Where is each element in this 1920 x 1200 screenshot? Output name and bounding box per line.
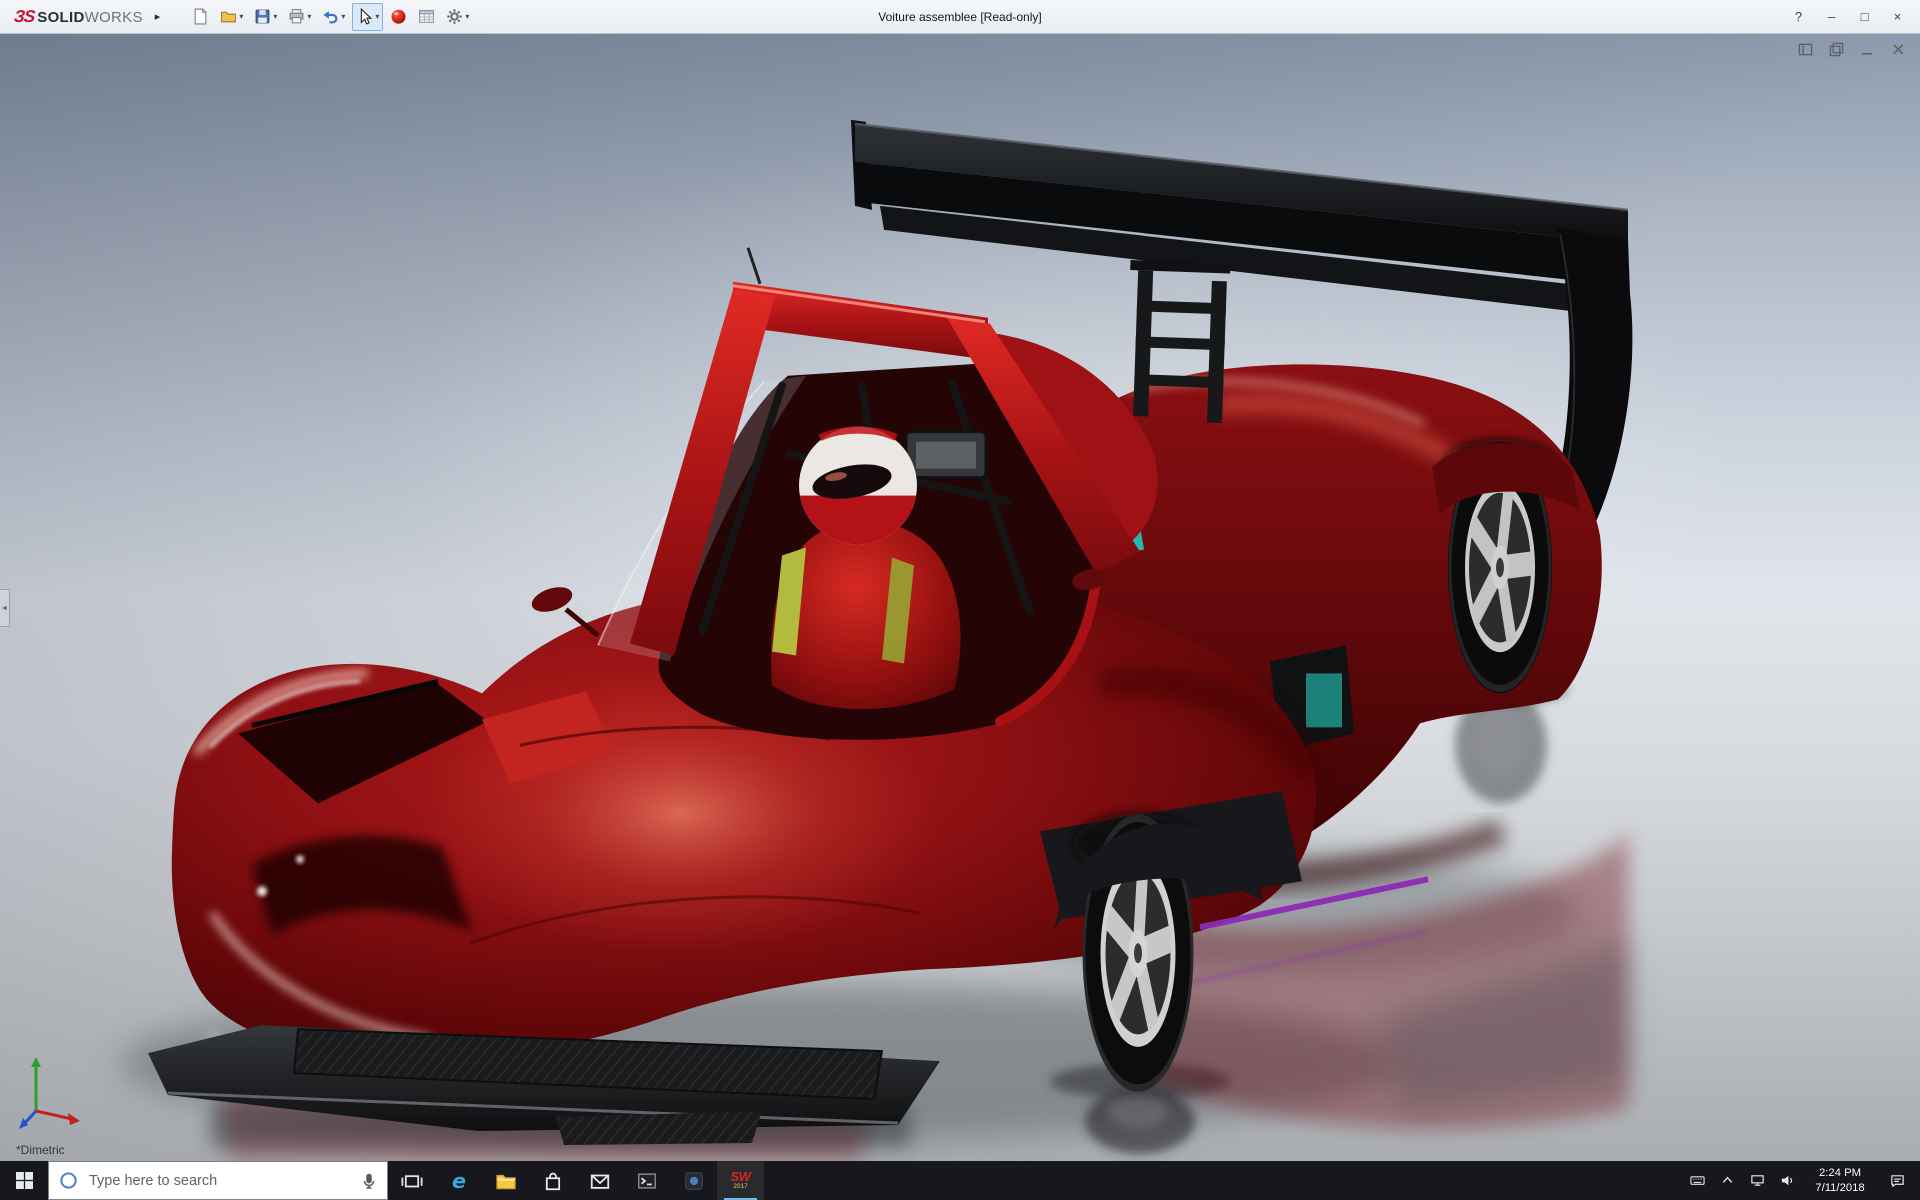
store-button[interactable] [529,1161,576,1200]
quick-access-toolbar: ▾ ▾ ▾ ▾ ▾ [188,3,473,31]
dropdown-arrow-icon[interactable]: ▾ [307,12,311,21]
edge-icon: e [448,1170,470,1192]
store-icon [542,1170,564,1192]
file-explorer-icon [495,1170,517,1192]
start-button[interactable] [0,1161,48,1200]
mail-icon [589,1170,611,1192]
brand-name-light: WORKS [85,9,143,26]
pane-icon[interactable] [1798,42,1813,57]
solidworks-taskbar-button[interactable]: SW 2017 [717,1161,764,1200]
design-table-button[interactable] [414,3,439,31]
solidworks-logo: ЗS SOLID WORKS [0,7,149,27]
windows-taskbar: e SW 2017 [0,1161,1920,1200]
touch-keyboard-icon [1690,1173,1705,1188]
action-center-button[interactable] [1878,1161,1916,1200]
toolbar-flyout-arrow-icon[interactable]: ▸ [155,10,161,23]
new-document-button[interactable] [188,3,213,31]
taskbar-search[interactable] [48,1161,388,1200]
select-tool-button[interactable]: ▾ [352,3,383,31]
close-button[interactable]: × [1881,0,1914,33]
open-button[interactable]: ▾ [216,3,247,31]
clock-time: 2:24 PM [1802,1166,1878,1181]
options-button[interactable]: ▾ [442,3,473,31]
maximize-button[interactable]: □ [1848,0,1881,33]
screen: ЗS SOLID WORKS ▸ ▾ ▾ ▾ ▾ [0,0,1920,1200]
taskbar-clock[interactable]: 2:24 PM 7/11/2018 [1802,1166,1878,1195]
dassault-logo-mark-icon: ЗS [13,7,35,27]
open-folder-icon [220,8,237,25]
help-button[interactable]: ? [1782,0,1815,33]
network-button[interactable] [1742,1161,1772,1200]
mail-button[interactable] [576,1161,623,1200]
action-center-icon [1890,1173,1905,1188]
solidworks-taskbar-icon: SW 2017 [731,1170,751,1191]
edit-appearance-button[interactable] [386,3,411,31]
taskbar-apps: e SW 2017 [388,1161,764,1200]
clock-date: 7/11/2018 [1802,1181,1878,1196]
undo-button[interactable]: ▾ [318,3,349,31]
new-document-icon [192,8,209,25]
cortana-icon [59,1171,78,1190]
print-button[interactable]: ▾ [284,3,315,31]
minimize-button[interactable]: – [1815,0,1848,33]
network-icon [1750,1173,1765,1188]
restore-window-icon[interactable] [1829,42,1844,57]
save-floppy-icon [254,8,271,25]
view-orientation-label: *Dimetric [16,1143,65,1157]
microphone-icon[interactable] [361,1173,377,1189]
volume-icon [1780,1173,1795,1188]
undo-arrow-icon [322,8,339,25]
app-titlebar: ЗS SOLID WORKS ▸ ▾ ▾ ▾ ▾ [0,0,1920,34]
touch-keyboard-button[interactable] [1682,1161,1712,1200]
dropdown-arrow-icon[interactable]: ▾ [375,12,379,21]
graphics-viewport[interactable]: ◄ *Dimetric [0,34,1920,1161]
minimize-window-icon[interactable] [1860,42,1875,57]
command-prompt-icon [636,1170,658,1192]
windows-logo-icon [16,1172,33,1189]
appearance-sphere-icon [390,8,407,25]
feature-panel-flyout-tab[interactable]: ◄ [0,589,10,627]
chevron-up-icon [1720,1173,1735,1188]
hidden-icons-button[interactable] [1712,1161,1742,1200]
svg-text:e: e [452,1170,466,1192]
search-input[interactable] [87,1172,352,1190]
document-title: Voiture assemblee [Read-only] [878,10,1041,24]
brand-name-strong: SOLID [37,9,84,26]
design-table-icon [418,8,435,25]
edge-button[interactable]: e [435,1161,482,1200]
dark-app-icon [683,1170,705,1192]
close-window-icon[interactable] [1891,42,1906,57]
document-window-controls [1798,42,1906,57]
file-explorer-button[interactable] [482,1161,529,1200]
dropdown-arrow-icon[interactable]: ▾ [239,12,243,21]
select-cursor-icon [356,8,373,25]
dropdown-arrow-icon[interactable]: ▾ [341,12,345,21]
print-icon [288,8,305,25]
task-view-icon [401,1170,423,1192]
3d-scene[interactable] [0,34,1920,1161]
orientation-triad [16,1053,86,1131]
dropdown-arrow-icon[interactable]: ▾ [465,12,469,21]
volume-button[interactable] [1772,1161,1802,1200]
task-view-button[interactable] [388,1161,435,1200]
system-tray: 2:24 PM 7/11/2018 [1682,1161,1920,1200]
options-gear-icon [446,8,463,25]
window-controls: ? – □ × [1782,0,1920,33]
dropdown-arrow-icon[interactable]: ▾ [273,12,277,21]
command-prompt-button[interactable] [623,1161,670,1200]
save-button[interactable]: ▾ [250,3,281,31]
dark-app-button[interactable] [670,1161,717,1200]
